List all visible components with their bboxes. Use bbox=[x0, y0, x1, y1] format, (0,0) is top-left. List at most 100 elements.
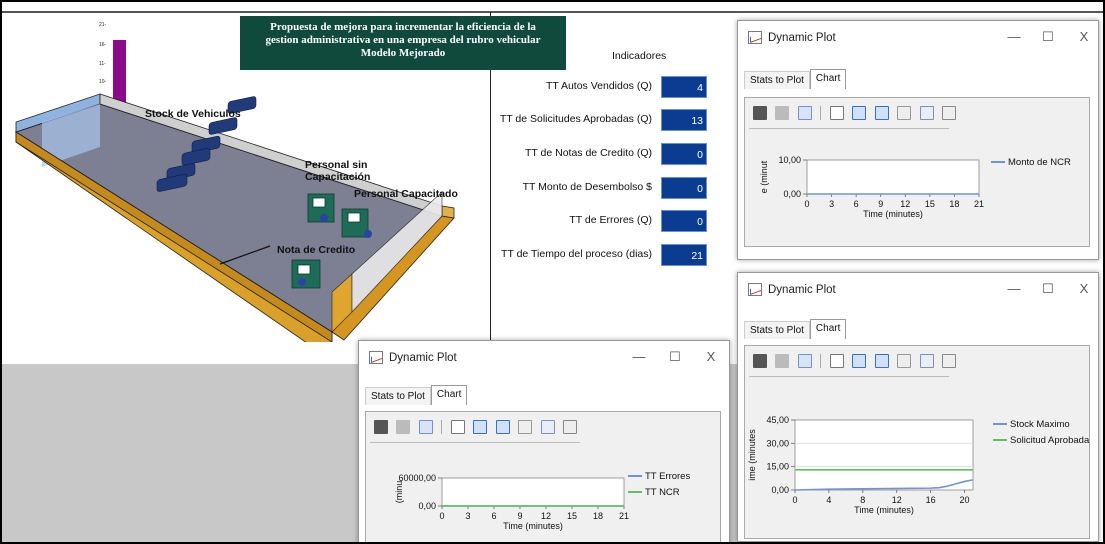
tools-icon[interactable] bbox=[897, 353, 912, 368]
page-icon[interactable] bbox=[829, 353, 844, 368]
dynamic-plot-window[interactable]: Dynamic Plot — ☐ X Stats to PlotChart 6 bbox=[358, 340, 730, 542]
legend-label: Solicitud Aprobada bbox=[1010, 435, 1090, 446]
x-tick-label: 9 bbox=[517, 511, 522, 521]
legend-icon[interactable] bbox=[852, 105, 867, 120]
close-button[interactable]: X bbox=[701, 349, 721, 364]
tools-icon[interactable] bbox=[897, 105, 912, 120]
minimize-button[interactable]: — bbox=[1004, 281, 1024, 296]
dynamic-plot-window[interactable]: Dynamic Plot — ☐ X Stats to PlotChart 4 bbox=[737, 272, 1099, 542]
chart-type-icon[interactable] bbox=[797, 353, 812, 368]
x-tick-label: 8 bbox=[860, 495, 865, 505]
y-axis-label: e (minut bbox=[759, 160, 769, 193]
x-tick-label: 18 bbox=[593, 511, 603, 521]
x-tick-label: 21 bbox=[974, 199, 984, 209]
maximize-button[interactable]: ☐ bbox=[1038, 281, 1058, 297]
legend-icon[interactable] bbox=[473, 419, 488, 434]
copy-icon[interactable] bbox=[396, 419, 411, 434]
indicator-label: TT de Notas de Credito (Q) bbox=[524, 147, 652, 159]
window-titlebar[interactable]: Dynamic Plot — ☐ X bbox=[359, 341, 729, 377]
chart-type-icon[interactable] bbox=[418, 419, 433, 434]
3d-icon[interactable] bbox=[919, 105, 934, 120]
tab-chart[interactable]: Chart bbox=[809, 319, 847, 339]
x-tick-label: 15 bbox=[925, 199, 935, 209]
background-area bbox=[2, 364, 362, 542]
window-titlebar[interactable]: Dynamic Plot — ☐ X bbox=[738, 21, 1098, 57]
indicator-row: TT de Errores (Q) 0 bbox=[497, 210, 707, 232]
grid-icon[interactable] bbox=[495, 419, 510, 434]
x-tick-label: 0 bbox=[439, 511, 444, 521]
warehouse-floor bbox=[14, 93, 455, 342]
y-axis-label: (minu bbox=[394, 481, 404, 504]
tab-chart[interactable]: Chart bbox=[430, 385, 468, 405]
x-tick-label: 21 bbox=[619, 511, 629, 521]
indicator-label: TT de Solicitudes Aprobadas (Q) bbox=[499, 113, 652, 125]
x-tick-label: 12 bbox=[541, 511, 551, 521]
minimize-button[interactable]: — bbox=[1004, 29, 1024, 44]
maximize-button[interactable]: ☐ bbox=[1038, 29, 1058, 45]
grid-icon[interactable] bbox=[874, 105, 889, 120]
indicator-value: 21 bbox=[661, 244, 707, 266]
x-tick-label: 12 bbox=[892, 495, 902, 505]
line-chart: 60000,00 0,000 3 6 9 12 15 18 21 Time (minutes) (m… bbox=[394, 471, 690, 531]
copy-icon[interactable] bbox=[775, 353, 790, 368]
save-icon[interactable] bbox=[753, 353, 767, 368]
chart-app-icon bbox=[369, 351, 383, 364]
nota-credito-label: Nota de Credito bbox=[277, 244, 356, 256]
toolbar-separator bbox=[820, 105, 822, 120]
minimize-button[interactable]: — bbox=[629, 349, 649, 364]
window-titlebar[interactable]: Dynamic Plot — ☐ X bbox=[738, 273, 1098, 309]
dynamic-plot-window[interactable]: Dynamic Plot — ☐ X Stats to PlotChart 1 bbox=[737, 20, 1099, 260]
save-icon[interactable] bbox=[753, 105, 767, 120]
tab-stats-to-plot[interactable]: Stats to Plot bbox=[744, 71, 810, 89]
toolbar-separator bbox=[820, 353, 822, 368]
chart-app-icon bbox=[748, 31, 762, 44]
x-tick-label: 0 bbox=[792, 495, 797, 505]
chart-panel: 10,00 0,00 0 3 6 9 12 15 18 21 Time (minutes) e (mi… bbox=[744, 97, 1090, 247]
x-tick-label: 3 bbox=[465, 511, 470, 521]
save-icon[interactable] bbox=[374, 419, 388, 434]
chart-panel: 60000,00 0,00 0 3 6 9 12 15 18 21 Time (minutes) (m… bbox=[365, 411, 721, 542]
3d-icon[interactable] bbox=[919, 353, 934, 368]
x-tick-label: 15 bbox=[567, 511, 577, 521]
indicator-row: TT Autos Vendidos (Q) 4 bbox=[497, 76, 707, 98]
tab-stats-to-plot[interactable]: Stats to Plot bbox=[744, 321, 810, 339]
personal-sin-label: Capacitación bbox=[305, 171, 371, 183]
close-button[interactable]: X bbox=[1074, 281, 1094, 296]
simulation-scene: 21- 16- 11- 10- 5- bbox=[2, 22, 492, 342]
y-tick-label: 0,00 bbox=[783, 189, 801, 199]
y-tick-label: 0,00 bbox=[418, 501, 436, 511]
tab-stats-to-plot[interactable]: Stats to Plot bbox=[365, 387, 431, 405]
properties-icon[interactable] bbox=[942, 353, 957, 368]
x-tick-label: 6 bbox=[854, 199, 859, 209]
x-tick-label: 9 bbox=[878, 199, 883, 209]
copy-icon[interactable] bbox=[775, 105, 790, 120]
window-title: Dynamic Plot bbox=[768, 32, 836, 44]
x-tick-label: 3 bbox=[829, 199, 834, 209]
indicator-value: 13 bbox=[661, 109, 707, 131]
x-tick-label: 0 bbox=[804, 199, 809, 209]
indicator-row: TT de Tiempo del proceso (dias) 21 bbox=[497, 244, 707, 266]
properties-icon[interactable] bbox=[942, 105, 957, 120]
close-button[interactable]: X bbox=[1074, 29, 1094, 44]
indicators-title: Indicadores bbox=[612, 50, 667, 62]
x-tick-label: 12 bbox=[900, 199, 910, 209]
indicator-row: TT de Solicitudes Aprobadas (Q) 13 bbox=[497, 109, 707, 131]
indicator-label: TT de Tiempo del proceso (dias) bbox=[501, 248, 652, 260]
page-icon[interactable] bbox=[829, 105, 844, 120]
legend-label: Stock Maximo bbox=[1010, 419, 1070, 430]
tools-icon[interactable] bbox=[518, 419, 533, 434]
maximize-button[interactable]: ☐ bbox=[665, 349, 685, 365]
indicator-label: TT Autos Vendidos (Q) bbox=[545, 80, 652, 92]
toolbar-separator bbox=[441, 419, 443, 434]
indicator-value: 0 bbox=[661, 177, 707, 199]
y-tick-label: 15,00 bbox=[766, 462, 789, 472]
page-icon[interactable] bbox=[450, 419, 465, 434]
legend-icon[interactable] bbox=[852, 353, 867, 368]
chart-type-icon[interactable] bbox=[797, 105, 812, 120]
toolbar-divider bbox=[749, 376, 949, 377]
grid-icon[interactable] bbox=[874, 353, 889, 368]
properties-icon[interactable] bbox=[563, 419, 578, 434]
3d-icon[interactable] bbox=[540, 419, 555, 434]
tab-chart[interactable]: Chart bbox=[809, 69, 847, 89]
indicator-label: TT de Errores (Q) bbox=[569, 214, 652, 226]
